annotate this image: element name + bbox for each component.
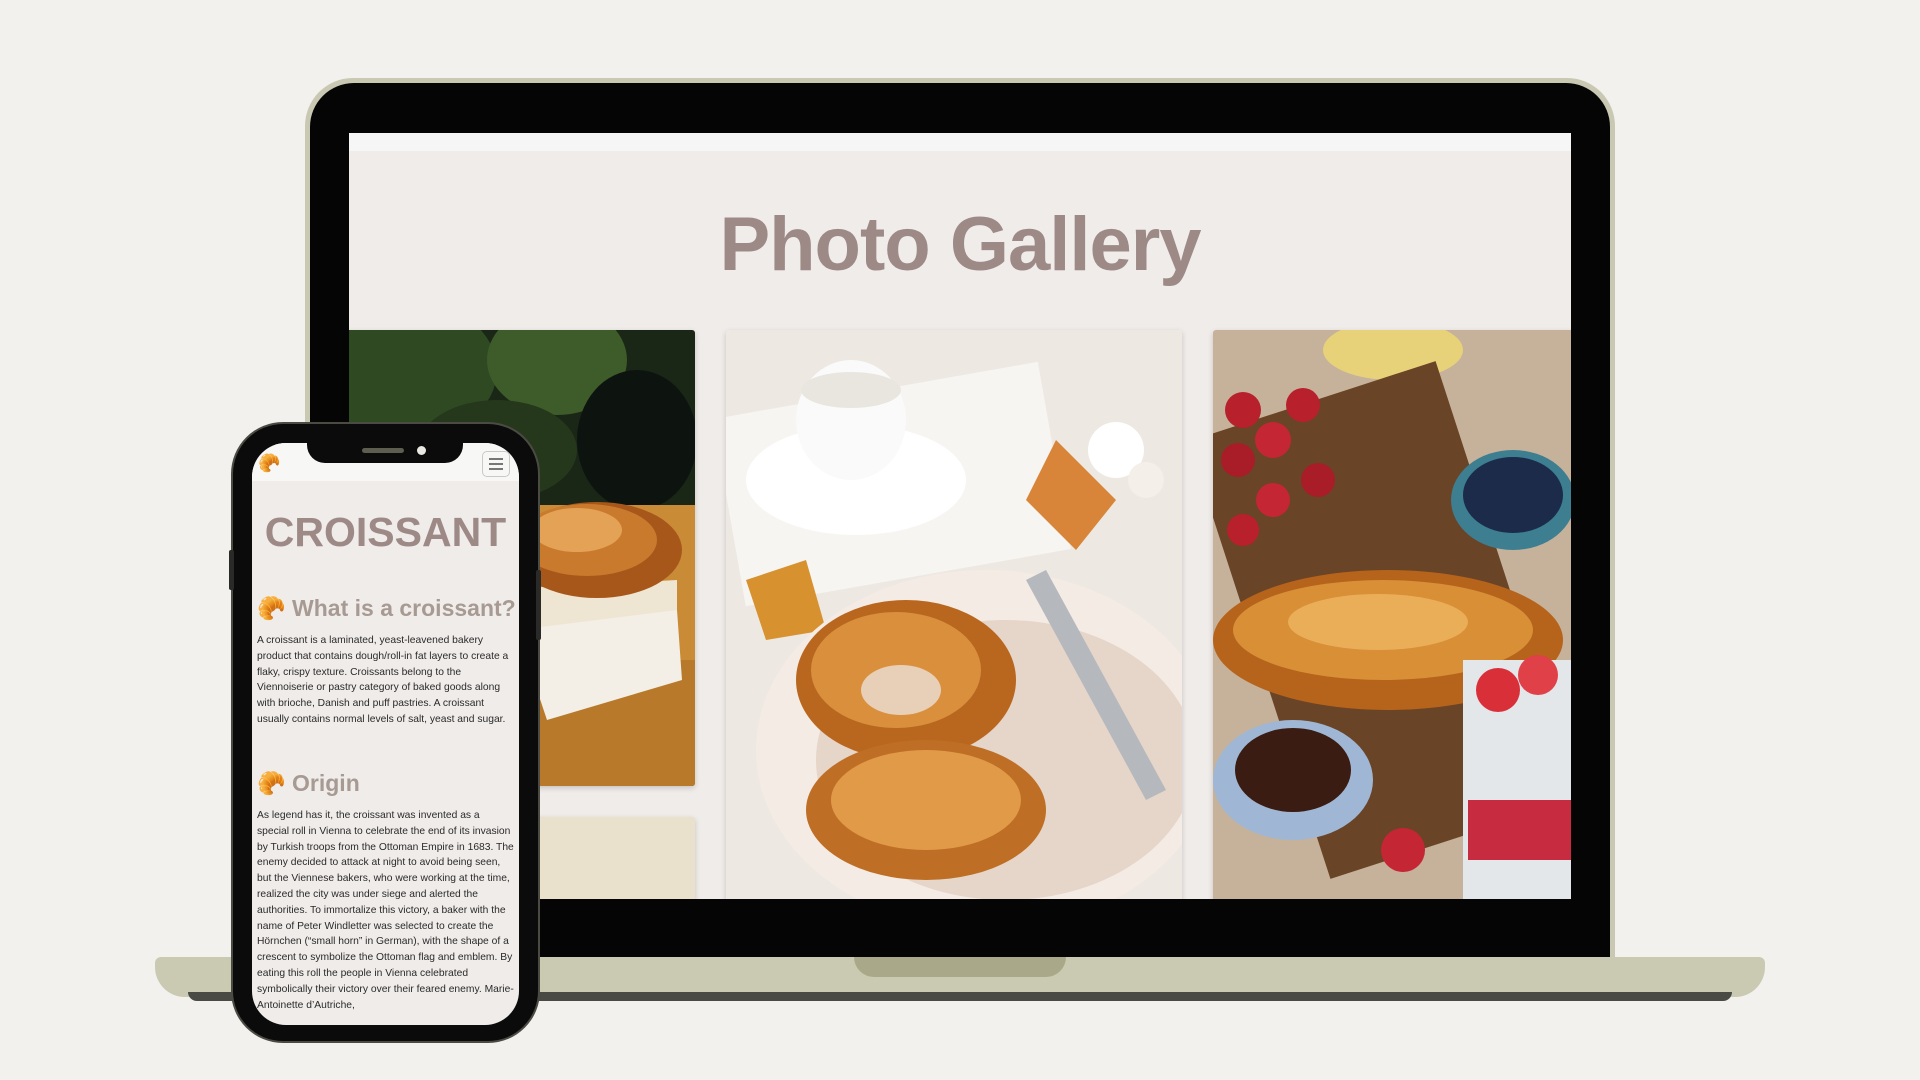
phone-side-button <box>229 550 234 590</box>
section-heading-origin: 🥐 Origin <box>257 770 360 797</box>
page-title: CROISSANT <box>264 509 507 555</box>
browser-top-bar <box>349 133 1571 151</box>
section-heading-what-is: 🥐 What is a croissant? <box>257 595 516 622</box>
phone-camera <box>417 446 426 455</box>
section-heading-text: What is a croissant? <box>292 595 516 621</box>
laptop-notch <box>854 957 1066 977</box>
section-heading-text: Origin <box>292 770 360 796</box>
hamburger-menu-icon[interactable] <box>482 451 510 477</box>
phone-power-button <box>536 570 541 640</box>
croissants-on-plate-photo[interactable] <box>726 330 1182 899</box>
croissant-icon: 🥐 <box>257 770 286 796</box>
croissant-icon[interactable]: 🥐 <box>258 453 280 474</box>
phone-screen: 🥐 CROISSANT 🥐 What is a croissant? A cro… <box>252 443 519 1025</box>
section-body-what-is: A croissant is a laminated, yeast-leaven… <box>257 635 509 725</box>
gallery-title: Photo Gallery <box>719 202 1201 287</box>
croissant-icon: 🥐 <box>257 595 286 621</box>
section-body-origin: As legend has it, the croissant was inve… <box>257 810 514 1011</box>
phone-speaker <box>362 448 404 453</box>
croissant-with-berries-photo[interactable] <box>1213 330 1571 899</box>
